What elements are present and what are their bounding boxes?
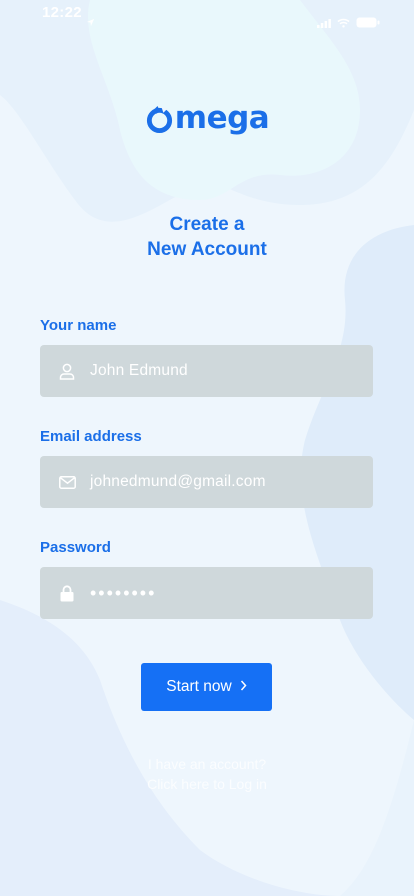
password-value: ••••••••: [90, 582, 157, 603]
user-icon: [58, 362, 76, 380]
email-label: Email address: [40, 428, 142, 445]
location-arrow-icon: [86, 14, 95, 32]
battery-icon: [356, 15, 380, 33]
title-line-2: New Account: [147, 239, 267, 260]
start-now-button[interactable]: Start now: [141, 663, 272, 711]
password-field[interactable]: ••••••••: [40, 567, 373, 619]
name-field[interactable]: John Edmund: [40, 345, 373, 397]
wifi-icon: [337, 15, 350, 33]
title-line-1: Create a: [169, 214, 245, 235]
status-bar: 12:22: [0, 0, 414, 28]
logo-wordmark: mega: [174, 100, 270, 136]
password-label: Password: [40, 539, 111, 556]
login-prompt-text: I have an account?: [147, 756, 267, 772]
email-field[interactable]: johnedmund@gmail.com: [40, 456, 373, 508]
status-indicators: [317, 15, 380, 33]
name-label: Your name: [40, 317, 117, 334]
lock-icon: [58, 584, 76, 602]
login-link[interactable]: Click here to Log in: [0, 774, 414, 794]
name-value: John Edmund: [90, 362, 188, 379]
login-prompt: I have an account? Click here to Log in: [0, 754, 414, 794]
chevron-right-icon: [240, 678, 247, 696]
signal-icon: [317, 15, 331, 33]
page-title: Create a New Account: [0, 212, 414, 262]
status-time: 12:22: [42, 4, 82, 21]
email-value: johnedmund@gmail.com: [90, 473, 266, 490]
app-logo: mega: [0, 100, 414, 136]
mail-icon: [58, 473, 76, 491]
omega-logo-icon: [146, 105, 172, 133]
start-now-label: Start now: [166, 678, 232, 695]
